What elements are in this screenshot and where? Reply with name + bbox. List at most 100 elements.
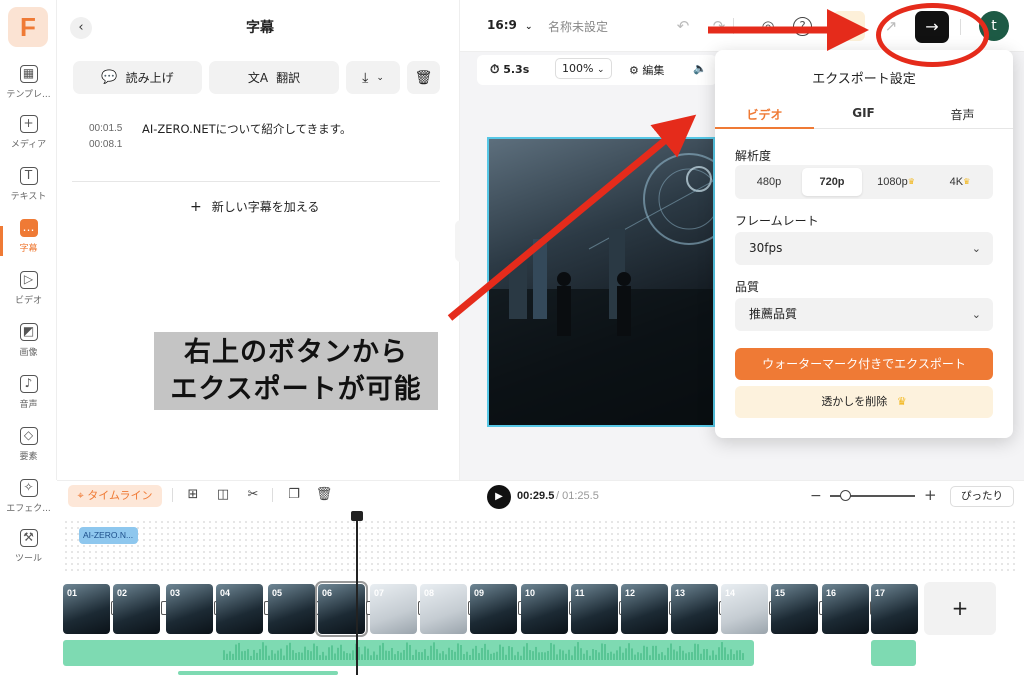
chevron-down-icon: ⌄ <box>596 65 605 75</box>
sliders-icon: ⚙ <box>629 64 639 77</box>
remove-watermark-label: 透かしを削除 <box>821 395 888 408</box>
video-preview[interactable] <box>487 137 715 427</box>
playhead-handle[interactable] <box>351 511 363 521</box>
app-logo[interactable]: F <box>8 7 48 47</box>
sidebar-item-label: テキスト <box>10 191 47 202</box>
music-icon: ♪ <box>19 374 38 393</box>
duration-button[interactable]: ⏱ 5.3s <box>490 62 529 77</box>
editor-window: F ▦ テンプレ... + メディア T テキスト … 字幕 ▷ ビデオ ◩ 画像 ♪ 音声 ◇ 要素 ✧ エフェ… <box>0 0 1024 675</box>
sidebar-item-subtitle[interactable]: … 字幕 <box>0 212 57 260</box>
add-subtitle-label: 新しい字幕を加える <box>211 200 320 214</box>
sidebar-item-label: 音声 <box>19 399 38 410</box>
add-track-icon[interactable]: ⊞ <box>184 486 202 504</box>
resolution-1080p[interactable]: 1080p♛ <box>866 168 926 196</box>
sidebar-item-tools[interactable]: ⚒ ツール <box>0 522 57 570</box>
read-aloud-button[interactable]: 💬 読み上げ <box>73 61 202 94</box>
tab-gif[interactable]: GIF <box>814 106 913 120</box>
timeline-clip[interactable]: 16 <box>822 584 869 634</box>
timeline-clip[interactable]: 17 <box>871 584 918 634</box>
plus-icon: + <box>190 199 202 215</box>
undo-icon[interactable]: ↶ <box>672 15 694 37</box>
timeline-clip[interactable]: 07 <box>370 584 417 634</box>
zoom-in-icon[interactable]: + <box>924 486 937 504</box>
chevron-down-icon: ⌄ <box>971 242 981 255</box>
timeline-clip[interactable]: 14 <box>721 584 768 634</box>
timeline-clip[interactable]: 10 <box>521 584 568 634</box>
duplicate-icon[interactable]: ❐ <box>285 486 303 504</box>
timeline-clip[interactable]: 01 <box>63 584 110 634</box>
timeline-clip[interactable]: 12 <box>621 584 668 634</box>
resolution-1080p-label: 1080p <box>877 176 908 188</box>
sidebar-item-video[interactable]: ▷ ビデオ <box>0 264 57 312</box>
crown-icon: ♛ <box>896 395 907 408</box>
project-name[interactable]: 名称未設定 <box>548 18 608 35</box>
trash-icon[interactable]: 🗑 <box>315 486 333 504</box>
quality-select[interactable]: 推薦品質 ⌄ <box>735 298 993 331</box>
fit-button[interactable]: ぴったり <box>950 486 1014 507</box>
volume-icon[interactable]: 🔈 <box>693 62 707 75</box>
resolution-720p[interactable]: 720p <box>802 168 862 196</box>
timeline-clip[interactable]: 15 <box>771 584 818 634</box>
split-icon[interactable]: ◫ <box>214 486 232 504</box>
edit-button[interactable]: ⚙ 編集 <box>629 62 664 78</box>
sidebar-item-text[interactable]: T テキスト <box>0 160 57 208</box>
subtitle-start-time: 00:01.5 <box>89 123 123 134</box>
resolution-4k-label: 4K <box>949 176 964 188</box>
timeline-tab[interactable]: ⌖ タイムライン <box>68 485 162 507</box>
scissors-icon[interactable]: ✂ <box>244 486 262 504</box>
zoom-out-icon[interactable]: − <box>810 488 822 504</box>
sidebar-item-effects[interactable]: ✧ エフェク... <box>0 472 57 520</box>
sidebar-item-template[interactable]: ▦ テンプレ... <box>0 58 57 106</box>
back-button[interactable]: ‹ <box>70 17 92 39</box>
zoom-select[interactable]: 100% ⌄ <box>555 58 612 79</box>
audio-track-end[interactable] <box>871 640 916 666</box>
sidebar-item-elements[interactable]: ◇ 要素 <box>0 420 57 468</box>
timeline-scrollbar[interactable] <box>178 671 338 675</box>
add-subtitle-button[interactable]: + 新しい字幕を加える <box>190 198 319 215</box>
timeline-clip[interactable]: 02 <box>113 584 160 634</box>
timeline-clip[interactable]: 08 <box>420 584 467 634</box>
media-icon: + <box>19 114 38 133</box>
resolution-480p[interactable]: 480p <box>739 168 799 196</box>
duration-value: 5.3s <box>503 63 530 76</box>
sidebar-item-label: ツール <box>14 553 42 564</box>
subtitle-text[interactable]: AI-ZERO.NETについて紹介してきます。 <box>142 121 352 137</box>
sidebar-item-media[interactable]: + メディア <box>0 108 57 156</box>
export-modal-title: エクスポート設定 <box>812 72 916 87</box>
timeline-clip[interactable]: 03 <box>166 584 213 634</box>
delete-button[interactable]: 🗑 <box>407 61 440 94</box>
download-button[interactable]: ⤓ ⌄ <box>346 61 400 94</box>
tools-icon: ⚒ <box>19 528 38 547</box>
aspect-ratio-select[interactable]: 16:9 ⌄ <box>487 18 533 32</box>
subtitle-clip[interactable]: AI-ZERO.N... <box>79 527 138 544</box>
timeline-clip[interactable]: 09 <box>470 584 517 634</box>
sidebar-item-label: テンプレ... <box>6 89 51 100</box>
tab-video[interactable]: ビデオ <box>715 106 814 123</box>
redo-icon[interactable]: ↷ <box>708 15 730 37</box>
play-button[interactable]: ▶ <box>487 485 511 509</box>
add-clip-button[interactable]: + <box>924 582 996 635</box>
screenshot-icon[interactable]: ◎ <box>757 15 779 37</box>
framerate-select[interactable]: 30fps ⌄ <box>735 232 993 265</box>
resolution-4k[interactable]: 4K♛ <box>930 168 990 196</box>
preview-scene <box>489 153 713 425</box>
translate-button[interactable]: 文A 翻訳 <box>209 61 339 94</box>
export-with-watermark-button[interactable]: ウォーターマーク付きでエクスポート <box>735 348 993 380</box>
caption-overlay: 右上のボタンから エクスポートが可能 <box>154 332 438 410</box>
tab-audio[interactable]: 音声 <box>913 106 1012 123</box>
timeline-clip[interactable]: 04 <box>216 584 263 634</box>
sidebar-item-image[interactable]: ◩ 画像 <box>0 316 57 364</box>
timeline-clip[interactable]: 13 <box>671 584 718 634</box>
audio-track[interactable] <box>63 640 754 666</box>
chevron-down-icon: ⌄ <box>525 22 533 32</box>
help-icon[interactable]: ? <box>793 17 812 36</box>
timeline-clip[interactable]: 05 <box>268 584 315 634</box>
sidebar-item-music[interactable]: ♪ 音声 <box>0 368 57 416</box>
total-time: / 01:25.5 <box>556 490 599 502</box>
divider <box>733 18 734 34</box>
remove-watermark-button[interactable]: 透かしを削除 ♛ <box>735 386 993 418</box>
zoom-slider-handle[interactable] <box>840 490 851 501</box>
playhead[interactable] <box>356 513 358 675</box>
timeline-clip[interactable]: 11 <box>571 584 618 634</box>
upgrade-button[interactable] <box>833 11 865 41</box>
